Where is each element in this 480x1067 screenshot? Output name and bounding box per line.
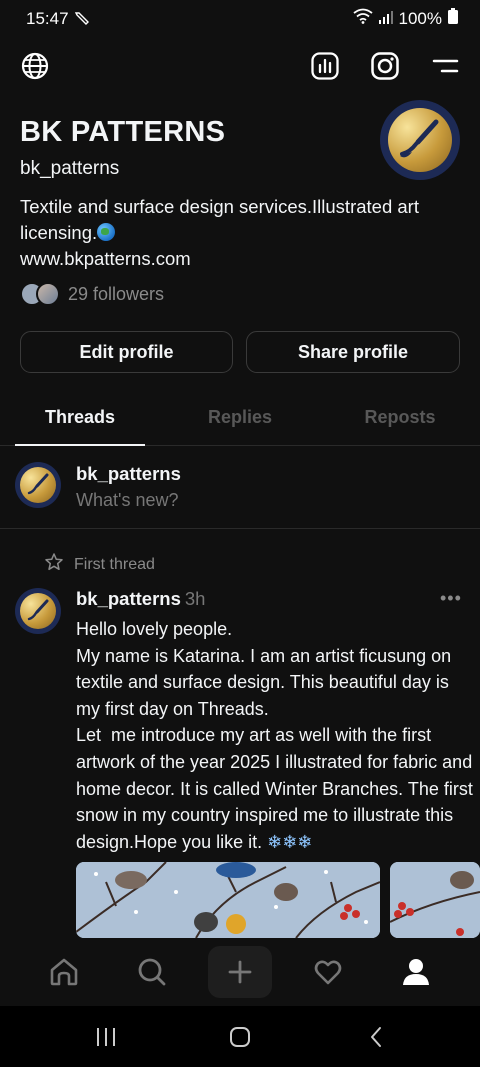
post-text: Hello lovely people. My name is Katarina… [76, 619, 473, 852]
profile-avatar[interactable] [380, 100, 460, 180]
home-icon[interactable] [32, 946, 96, 998]
menu-icon[interactable] [427, 48, 463, 84]
status-bar: 15:47 100% [0, 0, 480, 36]
snowflake-emoji: ❄❄❄ [267, 831, 313, 852]
tab-reposts[interactable]: Reposts [320, 397, 480, 445]
brush-logo-icon [388, 108, 452, 172]
search-icon[interactable] [120, 946, 184, 998]
bio-text: Textile and surface design services.Illu… [20, 196, 419, 243]
back-icon[interactable] [356, 1022, 396, 1052]
tab-replies[interactable]: Replies [160, 397, 320, 445]
brush-logo-icon [20, 467, 56, 503]
post-time: 3h [184, 588, 206, 609]
signal-icon [378, 9, 393, 29]
active-tab-indicator [15, 444, 145, 446]
post-image[interactable] [76, 862, 380, 938]
post-body: Hello lovely people. My name is Katarina… [76, 616, 476, 855]
activity-icon[interactable] [296, 946, 360, 998]
share-profile-button[interactable]: Share profile [246, 331, 460, 373]
post-image[interactable] [390, 862, 480, 938]
edit-profile-button[interactable]: Edit profile [20, 331, 233, 373]
profile-name: BK PATTERNS [20, 116, 226, 148]
post-header: bk_patterns 3h [76, 588, 205, 610]
status-time: 15:47 [26, 9, 69, 28]
post-username[interactable]: bk_patterns [76, 588, 181, 609]
pinned-text: First thread [74, 555, 155, 573]
composer-avatar [15, 462, 61, 508]
bottom-nav [0, 938, 480, 1006]
globe-icon[interactable] [17, 48, 53, 84]
post-avatar[interactable] [15, 588, 61, 634]
system-nav-bar [0, 1006, 480, 1067]
battery-icon [448, 8, 458, 29]
wifi-icon [352, 8, 373, 29]
divider [0, 528, 480, 529]
create-icon[interactable] [208, 946, 272, 998]
followers-count: 29 followers [68, 283, 165, 304]
earth-emoji-icon [97, 223, 116, 241]
pinned-label: First thread [44, 552, 155, 577]
home-button-icon[interactable] [220, 1022, 260, 1052]
recent-apps-icon[interactable] [86, 1022, 126, 1052]
tool-icon [74, 10, 90, 31]
brush-logo-icon [20, 593, 56, 629]
profile-website-link[interactable]: www.bkpatterns.com [20, 248, 191, 270]
battery-percent: 100% [398, 8, 442, 28]
insights-icon[interactable] [307, 48, 343, 84]
followers-link[interactable]: 29 followers [20, 282, 164, 306]
profile-handle: bk_patterns [20, 158, 120, 179]
status-right: 100% [352, 8, 458, 29]
profile-bio: Textile and surface design services.Illu… [20, 194, 440, 246]
instagram-icon[interactable] [367, 48, 403, 84]
composer-input[interactable]: What's new? [76, 490, 178, 511]
more-options-icon[interactable]: ••• [440, 588, 462, 609]
profile-icon[interactable] [384, 946, 448, 998]
composer-username: bk_patterns [76, 463, 181, 484]
star-icon [44, 552, 64, 577]
tab-threads[interactable]: Threads [0, 397, 160, 445]
follower-avatar [36, 282, 60, 306]
